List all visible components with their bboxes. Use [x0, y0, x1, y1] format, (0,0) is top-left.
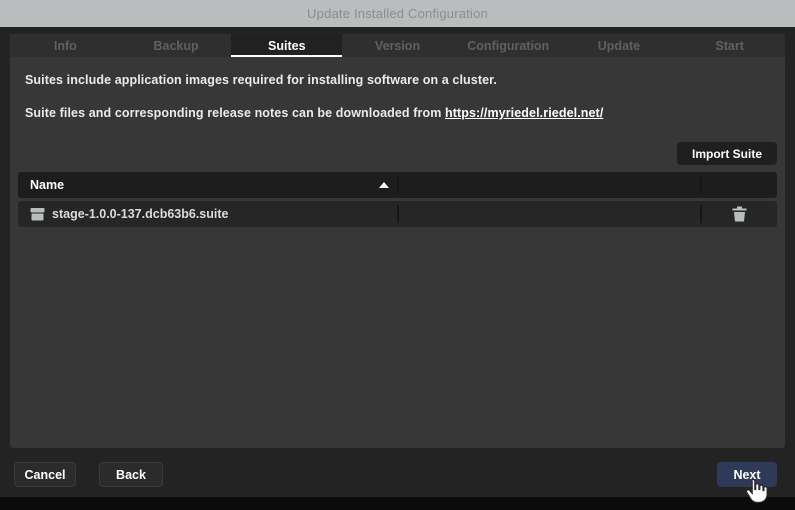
suite-action-cell — [702, 201, 777, 227]
myriedel-link[interactable]: https://myriedel.riedel.net/ — [445, 106, 603, 120]
suites-description: Suites include application images requir… — [25, 73, 765, 87]
dialog-title: Update Installed Configuration — [307, 6, 488, 21]
suite-name-cell: stage-1.0.0-137.dcb63b6.suite — [18, 201, 397, 227]
tab-start[interactable]: Start — [674, 34, 785, 57]
empty-cell — [399, 201, 700, 227]
cancel-button[interactable]: Cancel — [14, 462, 76, 487]
tab-info[interactable]: Info — [10, 34, 121, 57]
suite-file-name: stage-1.0.0-137.dcb63b6.suite — [52, 207, 228, 221]
trash-icon — [732, 206, 747, 222]
name-column-label: Name — [30, 178, 64, 192]
tab-version[interactable]: Version — [342, 34, 453, 57]
delete-suite-button[interactable] — [730, 204, 749, 224]
wizard-tabbar: Info Backup Suites Version Configuration… — [10, 34, 785, 57]
suite-file-icon — [30, 207, 45, 221]
suite-row[interactable]: stage-1.0.0-137.dcb63b6.suite — [18, 201, 777, 227]
tab-configuration[interactable]: Configuration — [453, 34, 564, 57]
empty-column-header — [399, 172, 700, 198]
back-button[interactable]: Back — [99, 462, 163, 487]
suite-table-header[interactable]: Name — [18, 172, 777, 198]
suites-panel: Suites include application images requir… — [10, 57, 785, 448]
action-column-header — [702, 172, 777, 198]
download-note: Suite files and corresponding release no… — [25, 106, 765, 120]
tab-backup[interactable]: Backup — [121, 34, 232, 57]
tab-update[interactable]: Update — [564, 34, 675, 57]
tab-suites[interactable]: Suites — [231, 34, 342, 57]
update-configuration-dialog: Update Installed Configuration Info Back… — [0, 0, 795, 497]
dialog-titlebar: Update Installed Configuration — [0, 0, 795, 27]
name-column-header[interactable]: Name — [18, 172, 397, 198]
next-button[interactable]: Next — [717, 462, 777, 487]
sort-ascending-icon[interactable] — [379, 182, 389, 188]
import-suite-button[interactable]: Import Suite — [677, 142, 777, 165]
